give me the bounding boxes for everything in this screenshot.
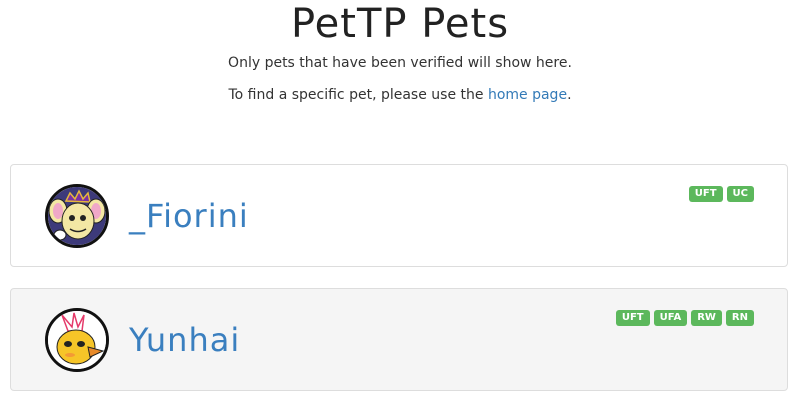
verified-note: Only pets that have been verified will s… — [228, 55, 572, 71]
find-pet-note: To find a specific pet, please use the h… — [0, 86, 800, 104]
badge-ufa: UFA — [653, 310, 688, 326]
pet-avatar[interactable] — [45, 308, 109, 372]
find-pet-note-prefix: To find a specific pet, please use the — [228, 87, 488, 103]
pet-badges: UFT UFA RW RN — [615, 310, 754, 326]
badge-rn: RN — [725, 310, 754, 326]
badge-rw: RW — [691, 310, 722, 326]
badge-uft: UFT — [688, 186, 723, 202]
find-pet-note-suffix: . — [567, 87, 572, 103]
pet-badges: UFT UC — [688, 186, 754, 202]
home-page-link[interactable]: home page — [488, 87, 567, 103]
pet-name-link[interactable]: Yunhai — [129, 320, 240, 360]
pet-avatar[interactable] — [45, 184, 109, 248]
pet-card: Yunhai UFT UFA RW RN — [10, 288, 788, 391]
pet-name-link[interactable]: _Fiorini — [129, 196, 249, 236]
pet-card: _Fiorini UFT UC — [10, 164, 788, 267]
badge-uc: UC — [726, 186, 754, 202]
badge-uft: UFT — [615, 310, 650, 326]
page-title: PetTP Pets — [290, 1, 510, 47]
